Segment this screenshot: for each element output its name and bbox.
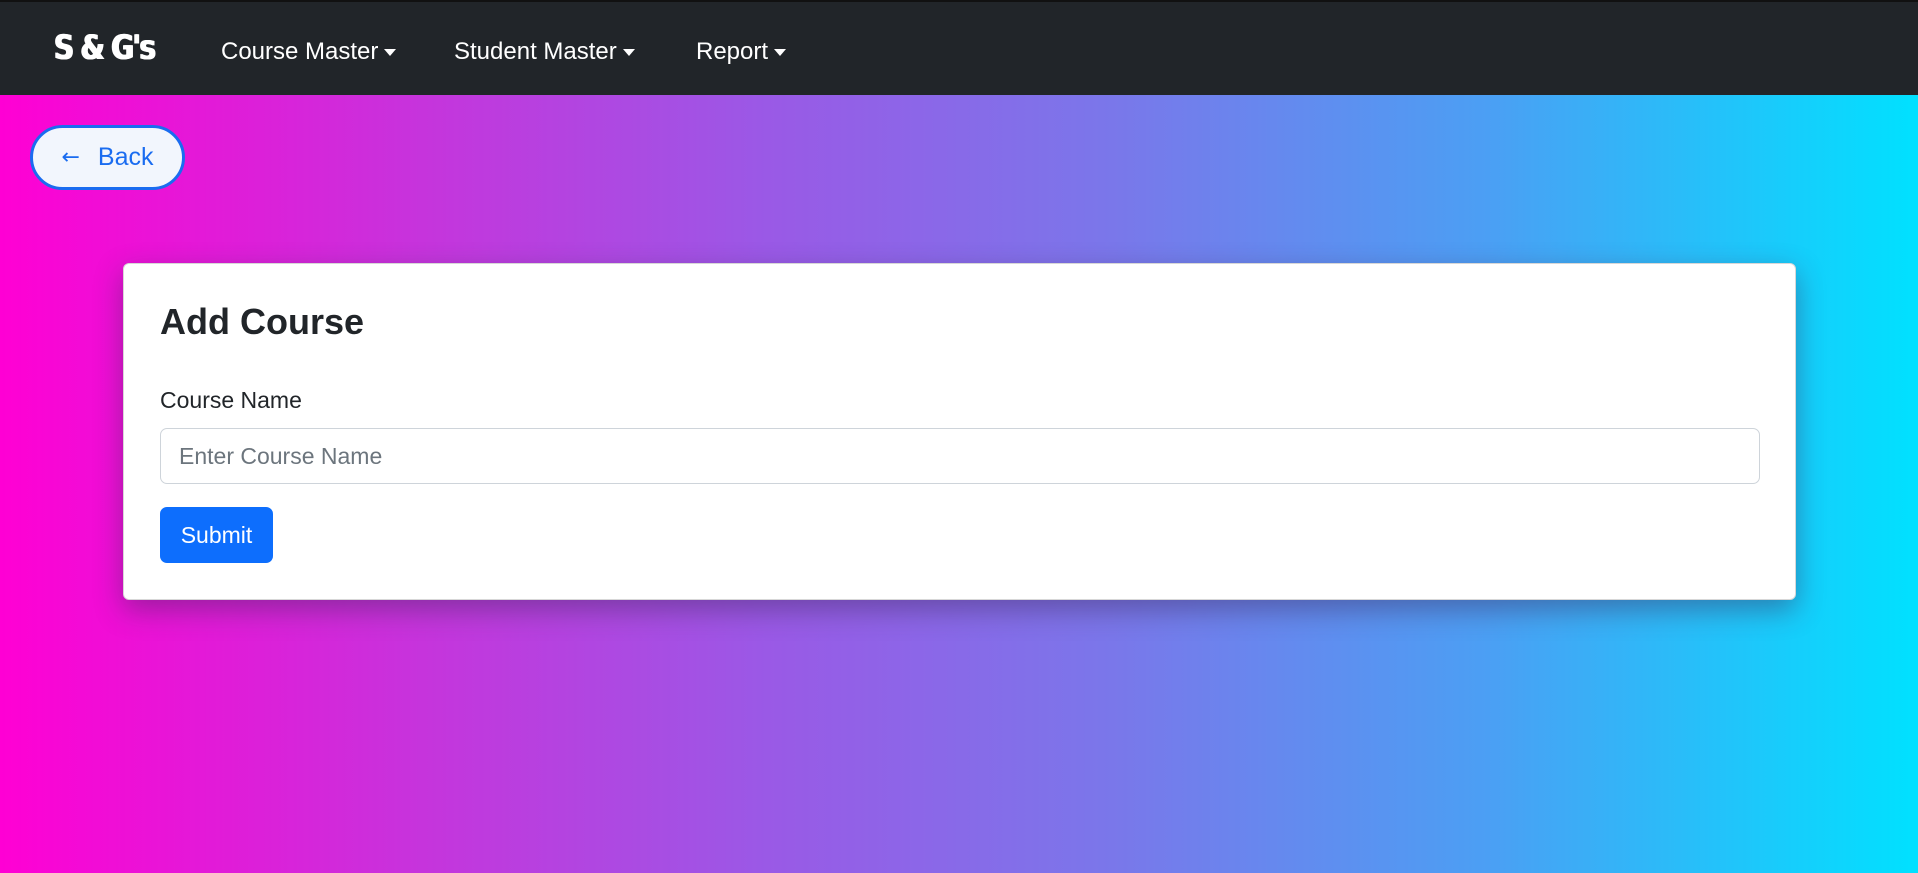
caret-down-icon bbox=[774, 49, 787, 56]
nav-student-master-dropdown[interactable]: Student Master bbox=[454, 38, 635, 66]
submit-button[interactable]: Submit bbox=[160, 507, 273, 563]
page-title: Add Course bbox=[160, 301, 365, 342]
nav-report-dropdown[interactable]: Report bbox=[696, 38, 787, 66]
nav-course-master-label: Course Master bbox=[221, 38, 379, 65]
page: S & G's Course Master Student Master Rep… bbox=[0, 0, 1918, 873]
brand-logo[interactable]: S & G's bbox=[54, 28, 156, 68]
course-name-label: Course Name bbox=[160, 387, 302, 413]
caret-down-icon bbox=[622, 49, 635, 56]
back-button-label: Back bbox=[97, 143, 154, 171]
nav-course-master-dropdown[interactable]: Course Master bbox=[221, 38, 397, 66]
left-arrow-icon: ← bbox=[61, 145, 80, 170]
back-button[interactable]: ← Back bbox=[30, 125, 185, 190]
top-navbar: S & G's Course Master Student Master Rep… bbox=[0, 0, 1918, 95]
course-name-input[interactable] bbox=[160, 428, 1760, 484]
caret-down-icon bbox=[384, 49, 397, 56]
nav-report-label: Report bbox=[696, 38, 769, 65]
nav-student-master-label: Student Master bbox=[454, 38, 617, 65]
add-course-card: Add Course Course Name Submit bbox=[123, 263, 1796, 600]
